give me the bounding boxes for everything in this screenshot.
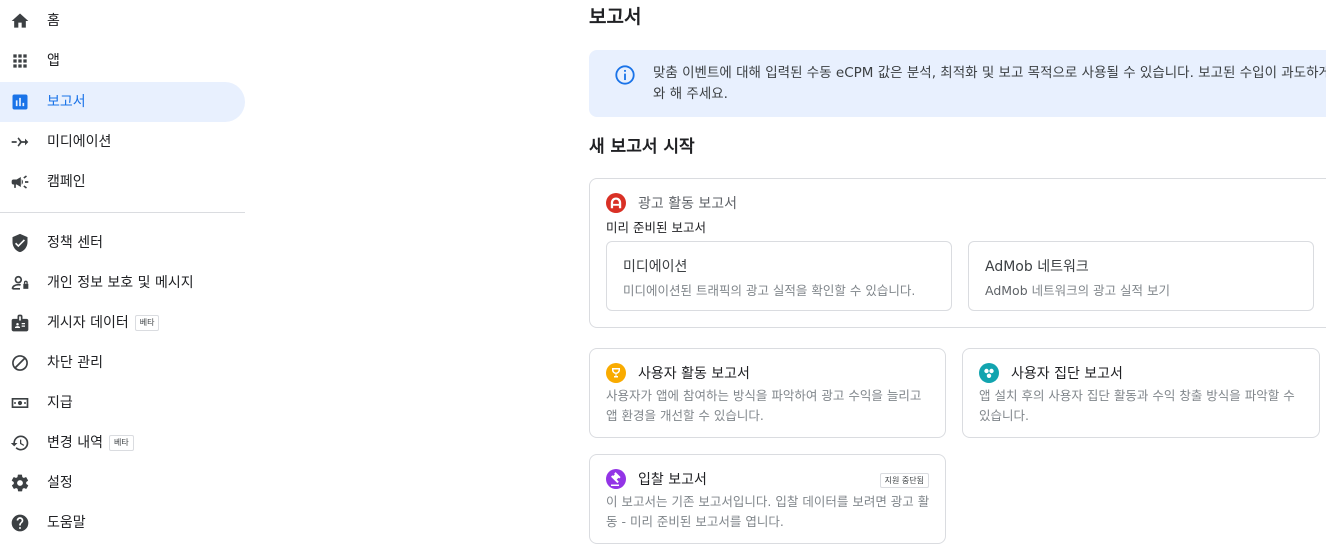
badge-icon (10, 313, 30, 333)
sidebar-item-reports[interactable]: 보고서 (0, 82, 245, 122)
user-activity-icon (606, 363, 626, 383)
sidebar-item-home[interactable]: 홈 (0, 1, 245, 41)
home-icon (10, 11, 30, 31)
shield-check-icon (10, 233, 30, 253)
sidebar-item-label: 개인 정보 보호 및 메시지 (47, 275, 194, 291)
prebuilt-reports-label: 미리 준비된 보고서 (606, 220, 706, 235)
card-header: 입찰 보고서 (606, 469, 707, 489)
gear-icon (10, 473, 30, 493)
payments-icon (10, 393, 30, 413)
bar-chart-icon (10, 92, 30, 112)
card-title: 사용자 집단 보고서 (1011, 366, 1123, 382)
sidebar-item-label: 지급 (47, 395, 73, 411)
help-icon (10, 513, 30, 533)
cohort-icon (979, 363, 999, 383)
subcard-title: 미디에이션 (623, 259, 688, 275)
sidebar-item-campaigns[interactable]: 캠페인 (0, 162, 245, 202)
sidebar-item-blocking-controls[interactable]: 차단 관리 (0, 343, 245, 383)
info-icon (615, 65, 635, 85)
sidebar-item-label: 캠페인 (47, 174, 86, 190)
sidebar-item-label: 설정 (47, 475, 73, 491)
sidebar-item-settings[interactable]: 설정 (0, 463, 245, 503)
beta-badge: 베타 (108, 435, 134, 451)
history-icon (10, 433, 30, 453)
user-activity-report-card[interactable]: 사용자 활동 보고서 사용자가 앱에 참여하는 방식을 파악하여 광고 수익을 … (589, 348, 946, 438)
subcard-title: AdMob 네트워크 (985, 259, 1089, 275)
sidebar-item-label: 미디에이션 (47, 134, 112, 150)
deprecated-badge: 지원 중단됨 (879, 473, 929, 488)
sidebar-item-label: 보고서 (47, 94, 86, 110)
sidebar-item-apps[interactable]: 앱 (0, 41, 245, 81)
mediation-report-button[interactable]: 미디에이션 미디에이션된 트래픽의 광고 실적을 확인할 수 있습니다. (606, 241, 952, 311)
cohort-report-card[interactable]: 사용자 집단 보고서 앱 설치 후의 사용자 집단 활동과 수익 창출 방식을 … (962, 348, 1320, 438)
subcard-description: AdMob 네트워크의 광고 실적 보기 (985, 283, 1171, 298)
bidding-report-card[interactable]: 입찰 보고서 지원 중단됨 이 보고서는 기존 보고서입니다. 입찰 데이터를 … (589, 454, 946, 544)
sidebar-divider (0, 212, 245, 213)
block-icon (10, 353, 30, 373)
card-header: 사용자 집단 보고서 (979, 363, 1123, 383)
card-header: 광고 활동 보고서 (606, 193, 737, 213)
card-title: 광고 활동 보고서 (638, 196, 738, 212)
sidebar-item-change-history[interactable]: 변경 내역 베타 (0, 423, 245, 463)
sidebar-item-publisher-data[interactable]: 게시자 데이터 베타 (0, 303, 245, 343)
beta-badge: 베타 (134, 315, 160, 331)
card-title: 입찰 보고서 (638, 472, 707, 488)
megaphone-icon (10, 172, 30, 192)
ad-activity-report-card: 광고 활동 보고서 미리 준비된 보고서 미디에이션 미디에이션된 트래픽의 광… (589, 178, 1326, 328)
gavel-icon (606, 469, 626, 489)
sidebar-item-payments[interactable]: 지급 (0, 383, 245, 423)
admob-network-report-button[interactable]: AdMob 네트워크 AdMob 네트워크의 광고 실적 보기 (968, 241, 1314, 311)
info-banner-text: 맞춤 이벤트에 대해 입력된 수동 eCPM 값은 분석, 최적화 및 보고 목… (653, 65, 1326, 102)
sidebar-item-privacy-messaging[interactable]: 개인 정보 보호 및 메시지 (0, 263, 245, 303)
sidebar-item-label: 홈 (47, 13, 60, 29)
card-description: 이 보고서는 기존 보고서입니다. 입찰 데이터를 보려면 광고 활동 - 미리… (606, 494, 930, 529)
sidebar-item-label: 앱 (47, 53, 60, 69)
sidebar-item-label: 도움말 (47, 515, 86, 531)
sidebar-item-label: 변경 내역 베타 (47, 434, 134, 452)
sidebar: 홈 앱 보고서 미디에이션 캠페인 정책 센터 개인 정보 보호 및 메시지 게… (0, 0, 245, 552)
sidebar-item-help[interactable]: 도움말 (0, 503, 245, 543)
card-title: 사용자 활동 보고서 (638, 366, 750, 382)
info-banner: 맞춤 이벤트에 대해 입력된 수동 eCPM 값은 분석, 최적화 및 보고 목… (589, 50, 1326, 117)
ad-activity-icon (606, 193, 626, 213)
sidebar-item-policy-center[interactable]: 정책 센터 (0, 223, 245, 263)
card-description: 앱 설치 후의 사용자 집단 활동과 수익 창출 방식을 파악할 수 있습니다. (979, 388, 1295, 423)
mediation-icon (10, 132, 30, 152)
page-title: 보고서 (589, 6, 642, 28)
sidebar-item-label: 게시자 데이터 베타 (47, 314, 160, 332)
person-privacy-icon (10, 273, 30, 293)
subcard-description: 미디에이션된 트래픽의 광고 실적을 확인할 수 있습니다. (623, 283, 916, 298)
apps-grid-icon (10, 51, 30, 71)
sidebar-item-label: 정책 센터 (47, 235, 103, 251)
card-header: 사용자 활동 보고서 (606, 363, 750, 383)
card-description: 사용자가 앱에 참여하는 방식을 파악하여 광고 수익을 늘리고 앱 환경을 개… (606, 388, 922, 423)
sidebar-item-mediation[interactable]: 미디에이션 (0, 122, 245, 162)
sidebar-item-label: 차단 관리 (47, 355, 103, 371)
section-title: 새 보고서 시작 (589, 137, 695, 157)
